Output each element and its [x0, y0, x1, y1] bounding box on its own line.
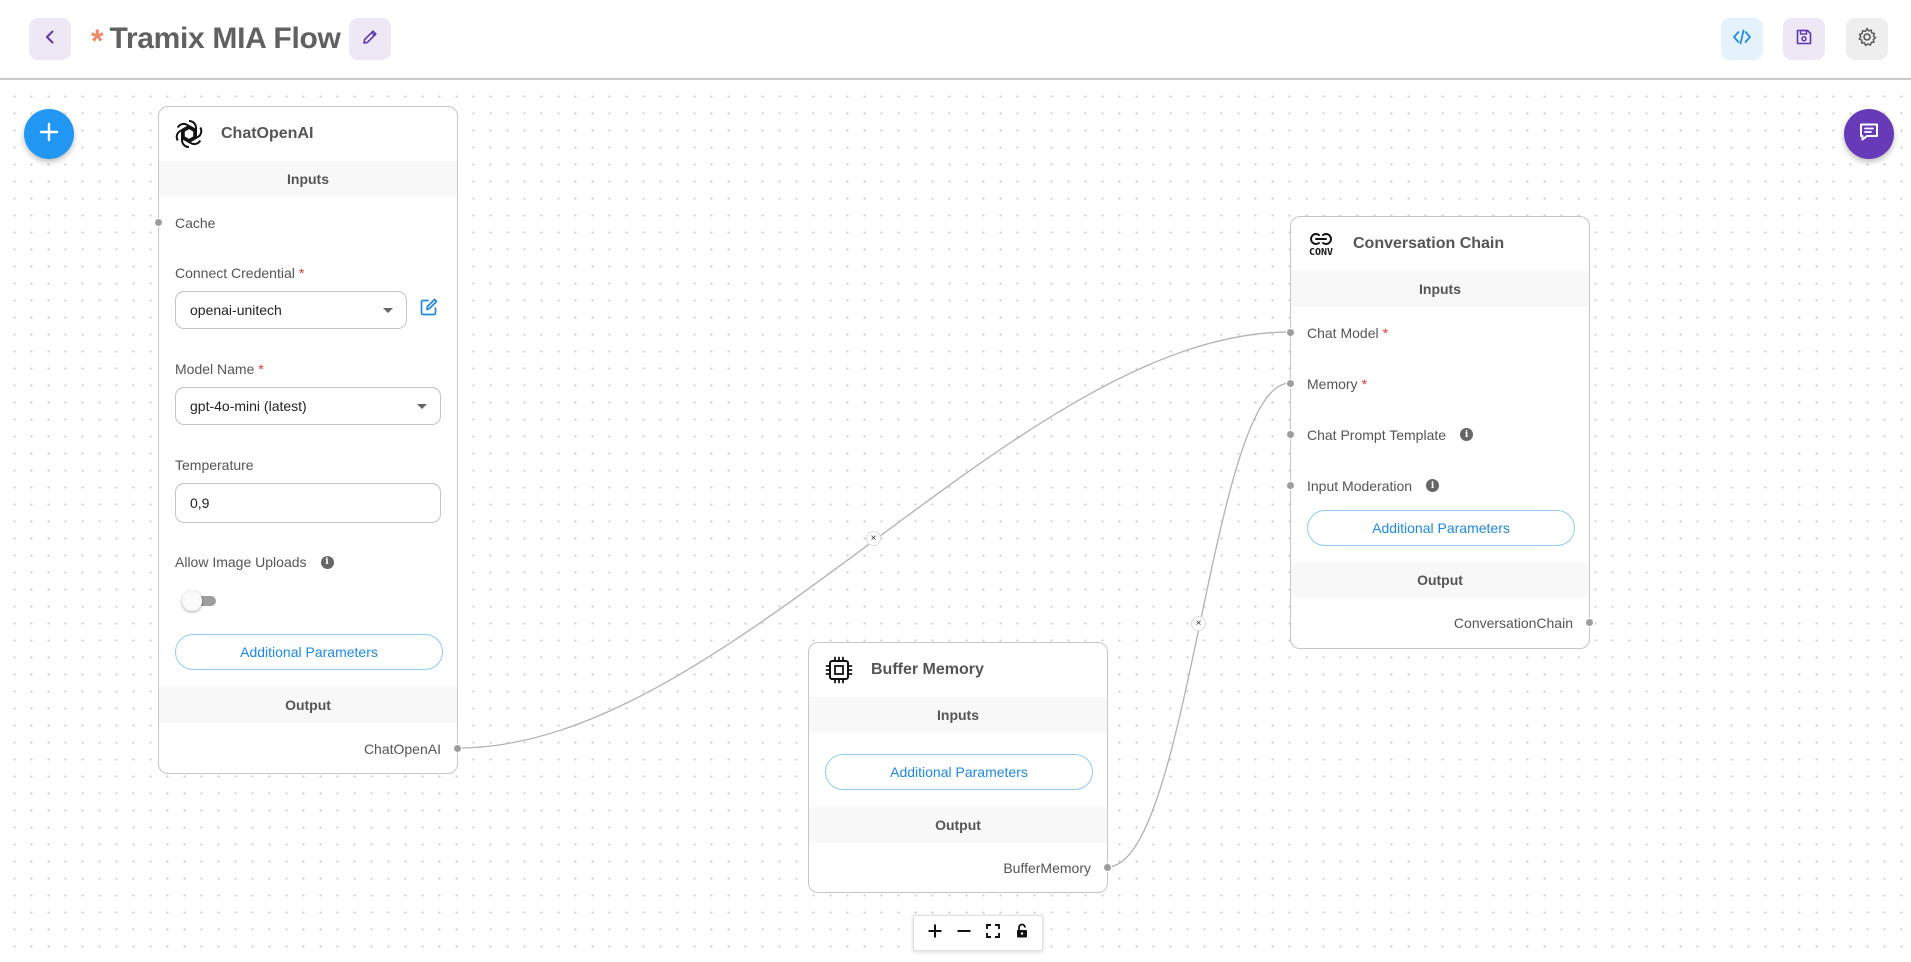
minus-icon	[955, 922, 973, 945]
memory-label: Memory	[1307, 375, 1358, 392]
output-section: Output	[159, 687, 457, 723]
image-uploads-field: Allow Image Uploads i	[159, 554, 457, 570]
openai-icon	[171, 116, 207, 152]
memory-input-row: Memory *	[1286, 358, 1589, 409]
chat-model-label: Chat Model	[1307, 324, 1379, 341]
memory-handle[interactable]	[1286, 379, 1295, 388]
fit-view-button[interactable]	[980, 920, 1006, 946]
plus-icon	[36, 119, 62, 150]
lock-icon	[1013, 922, 1031, 945]
zoom-out-button[interactable]	[951, 920, 977, 946]
temperature-label: Temperature	[175, 457, 254, 473]
model-value: gpt-4o-mini (latest)	[190, 398, 307, 414]
additional-parameters-button[interactable]: Additional Parameters	[1307, 510, 1575, 546]
info-icon[interactable]: i	[320, 555, 334, 569]
credential-select[interactable]: openai-unitech	[175, 291, 407, 329]
gear-icon	[1856, 26, 1878, 53]
node-header: CONV Conversation Chain	[1291, 217, 1589, 271]
chatopenai-output-handle[interactable]	[453, 744, 462, 753]
prompt-handle[interactable]	[1286, 430, 1295, 439]
chip-icon	[821, 652, 857, 688]
toggle-thumb	[182, 591, 202, 611]
inputs-section: Inputs	[159, 161, 457, 197]
node-header: Buffer Memory	[809, 643, 1107, 697]
chat-icon	[1855, 118, 1883, 151]
output-conversationchain: ConversationChain	[1453, 615, 1573, 631]
flow-header: * Tramix MIA Flow	[0, 0, 1911, 80]
cache-input-row: Cache	[154, 197, 457, 249]
conversation-chain-icon: CONV	[1303, 226, 1339, 262]
chevron-left-icon	[40, 27, 60, 52]
save-button[interactable]	[1783, 18, 1825, 60]
credential-field: Connect Credential *	[159, 265, 457, 281]
required-marker: *	[1361, 375, 1368, 392]
add-node-button[interactable]	[24, 109, 74, 159]
model-field: Model Name *	[159, 361, 457, 377]
chat-model-handle[interactable]	[1286, 328, 1295, 337]
moderation-input-row: Input Moderation i	[1286, 460, 1589, 511]
image-uploads-toggle[interactable]	[182, 591, 216, 611]
canvas-controls	[913, 915, 1043, 951]
page-title: Tramix MIA Flow	[109, 22, 341, 55]
node-buffer-memory[interactable]: Buffer Memory Inputs Additional Paramete…	[808, 642, 1112, 893]
prompt-label: Chat Prompt Template	[1307, 426, 1447, 443]
inputs-section: Inputs	[1291, 271, 1589, 307]
prompt-input-row: Chat Prompt Template i	[1286, 409, 1589, 460]
model-select[interactable]: gpt-4o-mini (latest)	[175, 387, 441, 425]
edit-square-icon	[418, 296, 440, 323]
inputs-section: Inputs	[809, 697, 1107, 733]
chat-button[interactable]	[1844, 109, 1894, 159]
code-icon	[1731, 26, 1753, 53]
chat-model-input-row: Chat Model *	[1286, 307, 1589, 358]
moderation-label: Input Moderation	[1307, 477, 1413, 494]
output-section: Output	[809, 807, 1107, 843]
pencil-icon	[360, 27, 380, 52]
temperature-field: Temperature	[159, 457, 457, 473]
fit-view-icon	[984, 922, 1002, 945]
buffermemory-output-handle[interactable]	[1103, 863, 1112, 872]
node-chatopenai[interactable]: ChatOpenAI Inputs Cache Connect Credenti…	[154, 106, 462, 774]
output-section: Output	[1291, 562, 1589, 598]
output-buffermemory: BufferMemory	[1003, 860, 1091, 876]
back-button[interactable]	[29, 18, 71, 60]
save-icon	[1793, 26, 1815, 53]
delete-edge-button[interactable]: ×	[1191, 616, 1206, 631]
node-header: ChatOpenAI	[159, 107, 457, 161]
conv-icon-label: CONV	[1308, 247, 1334, 258]
delete-edge-button[interactable]: ×	[866, 531, 881, 546]
edit-credential-button[interactable]	[415, 295, 443, 323]
required-marker: *	[1382, 324, 1389, 341]
plus-icon	[926, 922, 944, 945]
settings-button[interactable]	[1846, 18, 1888, 60]
info-icon[interactable]: i	[1460, 428, 1474, 441]
node-title: Conversation Chain	[1353, 235, 1505, 252]
caret-down-icon	[383, 308, 393, 313]
unsaved-marker: *	[91, 23, 104, 59]
temperature-value: 0,9	[190, 495, 210, 511]
moderation-handle[interactable]	[1286, 481, 1295, 490]
additional-parameters-button[interactable]: Additional Parameters	[175, 634, 443, 670]
edit-title-button[interactable]	[349, 18, 391, 60]
image-uploads-label: Allow Image Uploads	[175, 554, 307, 570]
code-button[interactable]	[1721, 18, 1763, 60]
temperature-input[interactable]: 0,9	[175, 483, 441, 523]
model-label: Model Name *	[175, 361, 264, 377]
caret-down-icon	[417, 404, 427, 409]
cache-label: Cache	[175, 215, 216, 231]
flow-title-wrap: * Tramix MIA Flow	[91, 18, 341, 60]
credential-value: openai-unitech	[190, 302, 282, 318]
node-title: ChatOpenAI	[221, 125, 314, 142]
node-conversation-chain[interactable]: CONV Conversation Chain Inputs Chat Mode…	[1286, 216, 1594, 649]
credential-label: Connect Credential *	[175, 265, 305, 281]
additional-parameters-button[interactable]: Additional Parameters	[825, 754, 1093, 790]
zoom-in-button[interactable]	[922, 920, 948, 946]
cache-handle[interactable]	[154, 218, 163, 227]
output-chatopenai: ChatOpenAI	[363, 741, 441, 757]
info-icon[interactable]: i	[1426, 479, 1440, 492]
conversationchain-output-handle[interactable]	[1585, 618, 1594, 627]
lock-button[interactable]	[1009, 920, 1035, 946]
node-title: Buffer Memory	[871, 661, 984, 678]
